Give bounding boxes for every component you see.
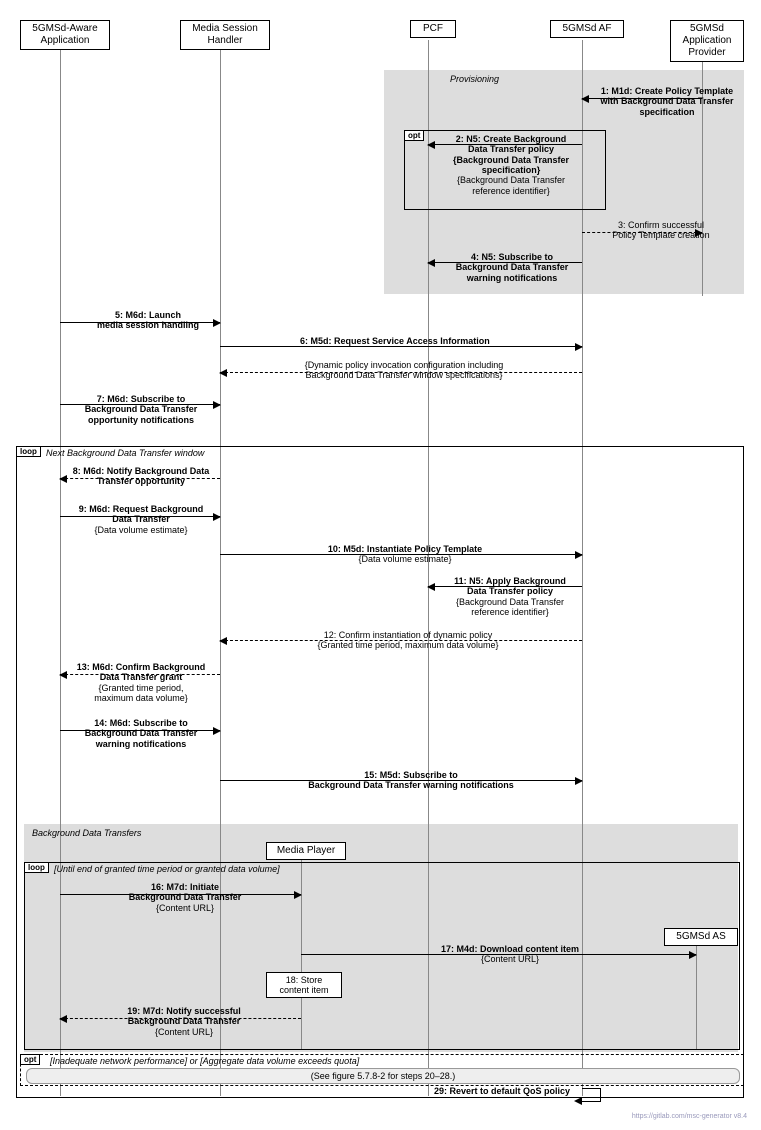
msg-m5: 5: M6d: Launch media session handling — [88, 310, 208, 331]
msg-m14: 14: M6d: Subscribe to Background Data Tr… — [66, 718, 216, 749]
msg-m4: 4: N5: Subscribe to Background Data Tran… — [442, 252, 582, 283]
participant-app: 5GMSd-AwareApplication — [20, 20, 110, 50]
participant-pcf: PCF — [410, 20, 456, 38]
frame-loop2-title: [Until end of granted time period or gra… — [54, 864, 280, 874]
msg-m6t: 6: M5d: Request Service Access Informati… — [300, 336, 490, 346]
participant-pcf-label: PCF — [423, 23, 443, 34]
participant-ap: 5GMSdApplicationProvider — [670, 20, 744, 62]
msg-m9: 9: M6d: Request Background Data Transfer… — [64, 504, 218, 535]
msg-m1: 1: M1d: Create Policy Template with Back… — [590, 86, 744, 117]
participant-app-label: 5GMSd-AwareApplication — [32, 23, 97, 46]
bdt-title: Background Data Transfers — [32, 828, 141, 838]
msg-m18: 18: Store content item — [266, 972, 342, 998]
footer-link: https://gitlab.com/msc-generator v8.4 — [632, 1113, 747, 1120]
sequence-diagram: Provisioning Background Data Transfers 5… — [10, 10, 751, 1120]
msg-m29: 29: Revert to default QoS policy — [434, 1086, 570, 1096]
participant-af: 5GMSd AF — [550, 20, 624, 38]
participant-ap-label: 5GMSdApplicationProvider — [683, 23, 732, 58]
msg-m8: 8: M6d: Notify Background Data Transfer … — [58, 466, 224, 487]
participant-as-label: 5GMSd AS — [676, 931, 725, 942]
frame-loop1-title: Next Background Data Transfer window — [46, 448, 204, 458]
participant-msh-label: Media SessionHandler — [192, 23, 258, 46]
msg-m2: 2: N5: Create Background Data Transfer p… — [438, 134, 584, 196]
frame-loop1-label: loop — [16, 446, 41, 457]
participant-mp-label: Media Player — [277, 845, 335, 856]
msg-m7: 7: M6d: Subscribe to Background Data Tra… — [66, 394, 216, 425]
frame-opt2-title: [Inadequate network performance] or [Agg… — [50, 1056, 359, 1066]
frame-opt2-label: opt — [20, 1054, 40, 1065]
msg-m3: 3: Confirm successful Policy Template cr… — [596, 220, 726, 241]
ref-box: (See figure 5.7.8-2 for steps 20–28.) — [26, 1068, 740, 1084]
msg-m11: 11: N5: Apply Background Data Transfer p… — [440, 576, 580, 617]
msg-m17: 17: M4d: Download content item {Content … — [420, 944, 600, 965]
msg-m13: 13: M6d: Confirm Background Data Transfe… — [62, 662, 220, 703]
frame-opt1-label: opt — [404, 130, 424, 141]
frame-loop2-label: loop — [24, 862, 49, 873]
msg-m19: 19: M7d: Notify successful Background Da… — [104, 1006, 264, 1037]
msg-m12: 12: Confirm instantiation of dynamic pol… — [298, 630, 518, 651]
provisioning-title: Provisioning — [450, 74, 499, 84]
participant-af-label: 5GMSd AF — [563, 23, 612, 34]
participant-msh: Media SessionHandler — [180, 20, 270, 50]
msg-m15: 15: M5d: Subscribe to Background Data Tr… — [296, 770, 526, 791]
msg-m6r: {Dynamic policy invocation configuration… — [274, 360, 534, 381]
participant-as: 5GMSd AS — [664, 928, 738, 946]
msg-m10: 10: M5d: Instantiate Policy Template {Da… — [310, 544, 500, 565]
participant-mp: Media Player — [266, 842, 346, 860]
arrow-m29 — [582, 1088, 601, 1102]
msg-m16: 16: M7d: Initiate Background Data Transf… — [110, 882, 260, 913]
